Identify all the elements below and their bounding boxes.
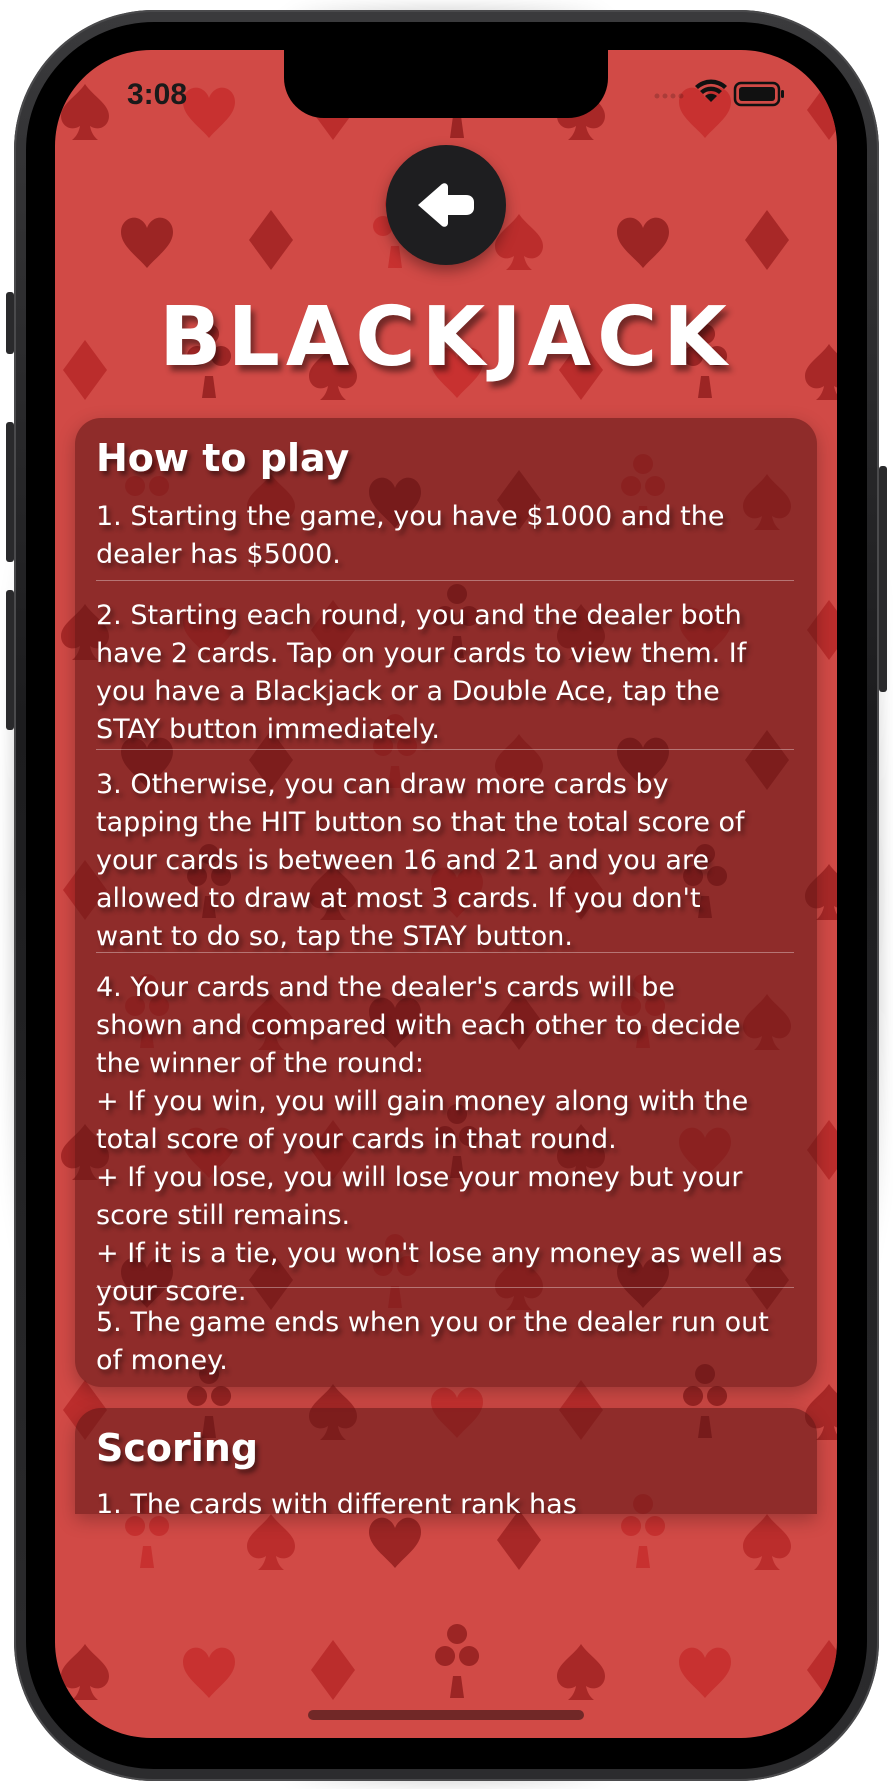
spade-suit-icon [61, 1644, 109, 1700]
how-to-play-heading: How to play [96, 436, 350, 480]
side-button-volume-down [6, 590, 14, 730]
diamond-suit-icon [807, 80, 837, 140]
side-button-volume-up [6, 422, 14, 562]
app-screen: 3:08 BLACKJACK How to play 1. Starting t… [55, 50, 837, 1738]
spade-suit-icon [61, 84, 109, 140]
heart-suit-icon [617, 217, 669, 268]
battery-icon [733, 81, 784, 107]
heart-suit-icon [183, 1647, 235, 1698]
rule-2: 2. Starting each round, you and the deal… [96, 600, 747, 745]
cellular-signal-icon [654, 93, 684, 99]
rule-3: 3. Otherwise, you can draw more cards by… [96, 769, 745, 952]
scoring-card: Scoring 1. The cards with different rank… [75, 1408, 817, 1514]
heart-suit-icon [121, 217, 173, 268]
rule-divider [96, 749, 794, 750]
heart-suit-icon [679, 1647, 731, 1698]
spade-suit-icon [743, 1514, 791, 1570]
how-to-play-card: How to play 1. Starting the game, you ha… [75, 418, 817, 1387]
status-icons [654, 79, 784, 107]
side-button-mute [6, 292, 14, 354]
diamond-suit-icon [807, 1640, 837, 1700]
diamond-suit-icon [497, 1510, 541, 1570]
heart-suit-icon [369, 1517, 421, 1568]
wifi-icon [695, 79, 727, 102]
back-button[interactable] [386, 145, 506, 265]
device-notch [284, 50, 608, 118]
diamond-suit-icon [311, 1640, 355, 1700]
spade-suit-icon [247, 1514, 295, 1570]
home-indicator[interactable] [308, 1710, 584, 1720]
side-button-power [879, 466, 887, 692]
diamond-suit-icon [249, 210, 293, 270]
arrow-left-icon [418, 183, 474, 227]
rule-divider [96, 1287, 794, 1288]
scoring-rule-1: 1. The cards with different rank has [96, 1489, 577, 1514]
rule-4: 4. Your cards and the dealer's cards wil… [96, 972, 783, 1307]
club-suit-icon [435, 1624, 480, 1698]
diamond-suit-icon [745, 210, 789, 270]
rule-divider [96, 580, 794, 581]
heart-suit-icon [183, 87, 235, 138]
rule-1: 1. Starting the game, you have $1000 and… [96, 501, 725, 570]
spade-suit-icon [557, 1644, 605, 1700]
scoring-heading: Scoring [96, 1426, 259, 1470]
rule-5: 5. The game ends when you or the dealer … [96, 1307, 769, 1376]
rule-divider [96, 952, 794, 953]
page-title: BLACKJACK [159, 290, 733, 385]
status-time: 3:08 [127, 78, 188, 111]
